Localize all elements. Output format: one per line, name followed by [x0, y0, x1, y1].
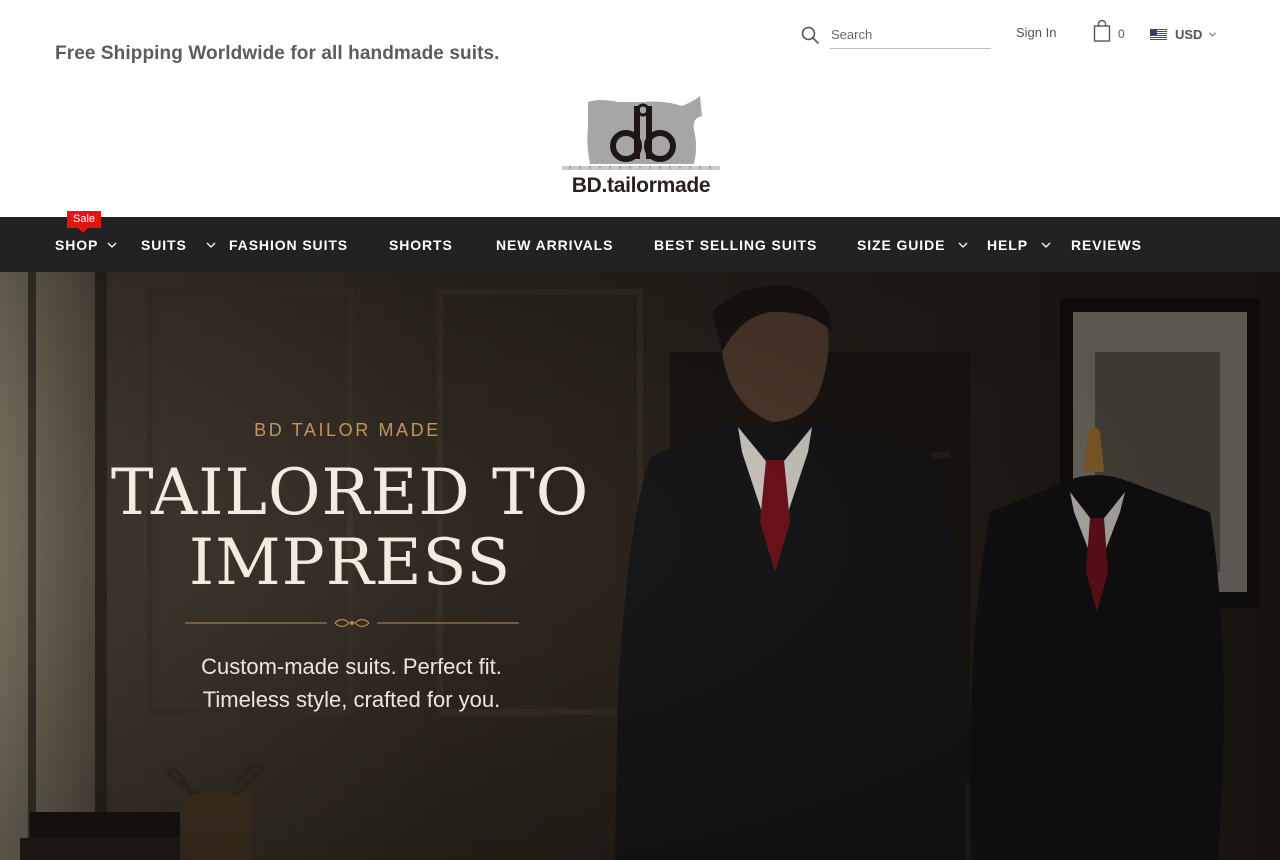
- logo-mark-icon: [562, 96, 720, 170]
- nav-item-suits[interactable]: SUITS: [141, 217, 216, 272]
- free-shipping-banner: Free Shipping Worldwide for all handmade…: [55, 43, 500, 64]
- ornament-divider: [185, 618, 519, 628]
- hero-headline: TAILORED TO IMPRESS: [110, 456, 590, 600]
- nav-item-shorts[interactable]: SHORTS: [389, 217, 453, 272]
- nav-label: SIZE GUIDE: [857, 236, 946, 253]
- nav-item-new-arrivals[interactable]: NEW ARRIVALS: [496, 217, 613, 272]
- hero-banner: BD TAILOR MADE TAILORED TO IMPRESS Custo…: [0, 272, 1280, 860]
- chevron-down-icon: [206, 242, 216, 248]
- shopping-bag-icon: [1093, 20, 1111, 42]
- sale-badge: Sale: [67, 211, 101, 228]
- nav-label: NEW ARRIVALS: [496, 236, 614, 253]
- search-input[interactable]: [830, 22, 991, 49]
- nav-label: FASHION SUITS: [229, 236, 349, 253]
- chevron-down-icon: [107, 242, 117, 248]
- nav-label: BEST SELLING SUITS: [654, 236, 818, 253]
- currency-selector[interactable]: USD: [1150, 26, 1217, 42]
- hero-eyebrow: BD TAILOR MADE: [254, 420, 441, 440]
- nav-item-reviews[interactable]: REVIEWS: [1071, 217, 1142, 272]
- nav-label: SHORTS: [389, 236, 453, 253]
- hero-subtitle: Custom-made suits. Perfect fit. Timeless…: [0, 650, 703, 716]
- cart-count: 0: [1118, 27, 1125, 41]
- search-icon[interactable]: [800, 25, 820, 45]
- chevron-down-icon: [1041, 242, 1051, 248]
- sign-in-link[interactable]: Sign In: [1016, 25, 1056, 40]
- nav-label: REVIEWS: [1071, 236, 1142, 253]
- nav-label: SHOP: [55, 236, 99, 253]
- main-nav: SHOP SUITS FASHION SUITS SHORTS NEW ARRI…: [0, 217, 1280, 272]
- nav-item-size-guide[interactable]: SIZE GUIDE: [857, 217, 968, 272]
- us-flag-icon: [1150, 28, 1167, 40]
- site-logo[interactable]: BD.tailormade: [560, 96, 722, 198]
- nav-item-best-selling-suits[interactable]: BEST SELLING SUITS: [654, 217, 817, 272]
- chevron-down-icon: [1209, 31, 1217, 37]
- nav-label: HELP: [987, 236, 1028, 253]
- nav-label: SUITS: [141, 236, 187, 253]
- sale-badge-pointer: [78, 228, 88, 233]
- hero-subtitle-line-1: Custom-made suits. Perfect fit.: [201, 654, 502, 679]
- nav-item-fashion-suits[interactable]: FASHION SUITS: [229, 217, 348, 272]
- nav-item-help[interactable]: HELP: [987, 217, 1051, 272]
- cart-button[interactable]: 0: [1093, 20, 1133, 44]
- hero-subtitle-line-2: Timeless style, crafted for you.: [202, 687, 501, 712]
- search-bar: [800, 22, 992, 49]
- logo-text: BD.tailormade: [571, 174, 711, 197]
- currency-label: USD: [1175, 26, 1203, 42]
- site-header: Free Shipping Worldwide for all handmade…: [0, 0, 1280, 217]
- chevron-down-icon: [958, 242, 968, 248]
